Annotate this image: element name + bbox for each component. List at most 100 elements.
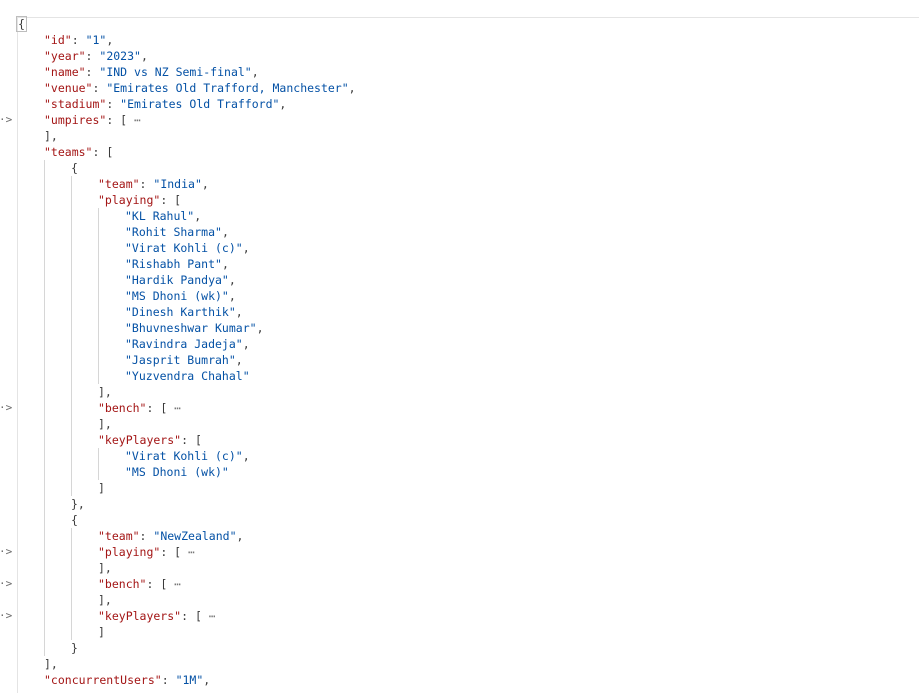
indent-guide (44, 336, 45, 352)
code-line-player-item: "Bhuvneshwar Kumar", (0, 320, 919, 336)
json-string-value: "MS Dhoni (wk)" (125, 465, 229, 479)
indent-guide (71, 608, 72, 624)
code-line-field-team: "team": "NewZealand", (0, 528, 919, 544)
indent-guide (44, 448, 45, 464)
indent-guide (44, 624, 45, 640)
indent-guide (71, 528, 72, 544)
code-line-keyplayer-item: "Virat Kohli (c)", (0, 448, 919, 464)
indent-guide (98, 448, 99, 464)
indent-guide (44, 352, 45, 368)
json-punctuation: , (228, 273, 236, 287)
json-string-value: "Yuzvendra Chahal" (125, 369, 250, 383)
json-key: "team" (98, 177, 140, 191)
json-key: "teams" (44, 145, 93, 159)
json-punctuation: , (106, 33, 114, 47)
json-punctuation: } (71, 641, 78, 655)
indent-guide (98, 464, 99, 480)
json-key: "keyPlayers" (98, 433, 182, 447)
code-line-keyplayers-close: ] (0, 624, 919, 640)
json-punctuation: , (242, 337, 250, 351)
json-key: "playing" (98, 193, 161, 207)
json-punctuation: , (348, 81, 356, 95)
json-punctuation: : (85, 49, 100, 63)
indent-guide (71, 176, 72, 192)
code-line-playing-close: ], (0, 560, 919, 576)
code-line-umpires-close: ], (0, 128, 919, 144)
code-line-player-item: "Ravindra Jadeja", (0, 336, 919, 352)
json-key: "id" (44, 33, 72, 47)
code-line-player-item: "KL Rahul", (0, 208, 919, 224)
folded-ellipsis-icon: ⋯ (181, 545, 195, 559)
code-line-field-bench-folded: ·> "bench": [ ⋯ (0, 576, 919, 592)
json-string-value: "2023" (99, 49, 141, 63)
code-line-player-item: "Dinesh Karthik", (0, 304, 919, 320)
code-line-field-name: "name": "IND vs NZ Semi-final", (0, 64, 919, 80)
json-punctuation: { (71, 513, 78, 527)
indent-guide (71, 240, 72, 256)
indent-guide (98, 288, 99, 304)
indent-guide (44, 592, 45, 608)
json-editor[interactable]: {"id": "1", "year": "2023", "name": "IND v… (0, 16, 919, 688)
indent-guide (71, 192, 72, 208)
fold-expand-icon[interactable]: ·> (0, 576, 12, 592)
code-line-field-stadium: "stadium": "Emirates Old Trafford", (0, 96, 919, 112)
json-string-value: "Virat Kohli (c)" (125, 449, 243, 463)
indent-guide (44, 208, 45, 224)
json-punctuation: ], (98, 385, 112, 399)
indent-guide (44, 512, 45, 528)
json-punctuation: ], (98, 561, 112, 575)
code-line-field-venue: "venue": "Emirates Old Trafford, Manches… (0, 80, 919, 96)
json-punctuation: , (228, 289, 236, 303)
indent-guide (44, 640, 45, 656)
indent-guide (71, 288, 72, 304)
json-punctuation: { (71, 161, 78, 175)
fold-expand-icon[interactable]: ·> (0, 400, 12, 416)
indent-guide (98, 240, 99, 256)
json-punctuation: ], (98, 593, 112, 607)
json-punctuation: , (194, 209, 202, 223)
json-punctuation: , (242, 241, 250, 255)
indent-guide (71, 320, 72, 336)
indent-guide (44, 320, 45, 336)
code-line-field-year: "year": "2023", (0, 48, 919, 64)
indent-guide (44, 160, 45, 176)
code-line-field-id: "id": "1", (0, 32, 919, 48)
json-key: "stadium" (44, 97, 107, 111)
json-punctuation: ], (44, 129, 58, 143)
indent-guide (71, 384, 72, 400)
indent-guide (71, 336, 72, 352)
indent-guide (44, 480, 45, 496)
indent-guide (44, 496, 45, 512)
json-string-value: "Ravindra Jadeja" (125, 337, 243, 351)
indent-guide (71, 256, 72, 272)
fold-expand-icon[interactable]: ·> (0, 608, 12, 624)
fold-expand-icon[interactable]: ·> (0, 112, 12, 128)
indent-guide (44, 544, 45, 560)
code-line-keyplayers-close: ] (0, 480, 919, 496)
code-line-player-item: "Hardik Pandya", (0, 272, 919, 288)
indent-guide (44, 528, 45, 544)
json-punctuation: : [ (146, 401, 168, 415)
code-line-bench-close: ], (0, 416, 919, 432)
json-key: "keyPlayers" (98, 609, 182, 623)
code-line-player-item: "Rishabh Pant", (0, 256, 919, 272)
fold-expand-icon[interactable]: ·> (0, 544, 12, 560)
json-punctuation: : [ (106, 113, 128, 127)
json-key: "name" (44, 65, 86, 79)
indent-guide (44, 368, 45, 384)
indent-guide (71, 416, 72, 432)
json-string-value: "Emirates Old Trafford, Manchester" (106, 81, 349, 95)
json-punctuation: , (221, 225, 229, 239)
json-string-value: "Virat Kohli (c)" (125, 241, 243, 255)
indent-guide (44, 576, 45, 592)
indent-guide (71, 304, 72, 320)
json-string-value: "IND vs NZ Semi-final" (99, 65, 252, 79)
indent-guide (71, 400, 72, 416)
indent-guide (44, 176, 45, 192)
json-string-value: "1" (85, 33, 107, 47)
indent-guide (71, 624, 72, 640)
indent-guide (98, 320, 99, 336)
json-string-value: "Hardik Pandya" (125, 273, 229, 287)
folded-ellipsis-icon: ⋯ (167, 401, 182, 415)
indent-guide (98, 208, 99, 224)
